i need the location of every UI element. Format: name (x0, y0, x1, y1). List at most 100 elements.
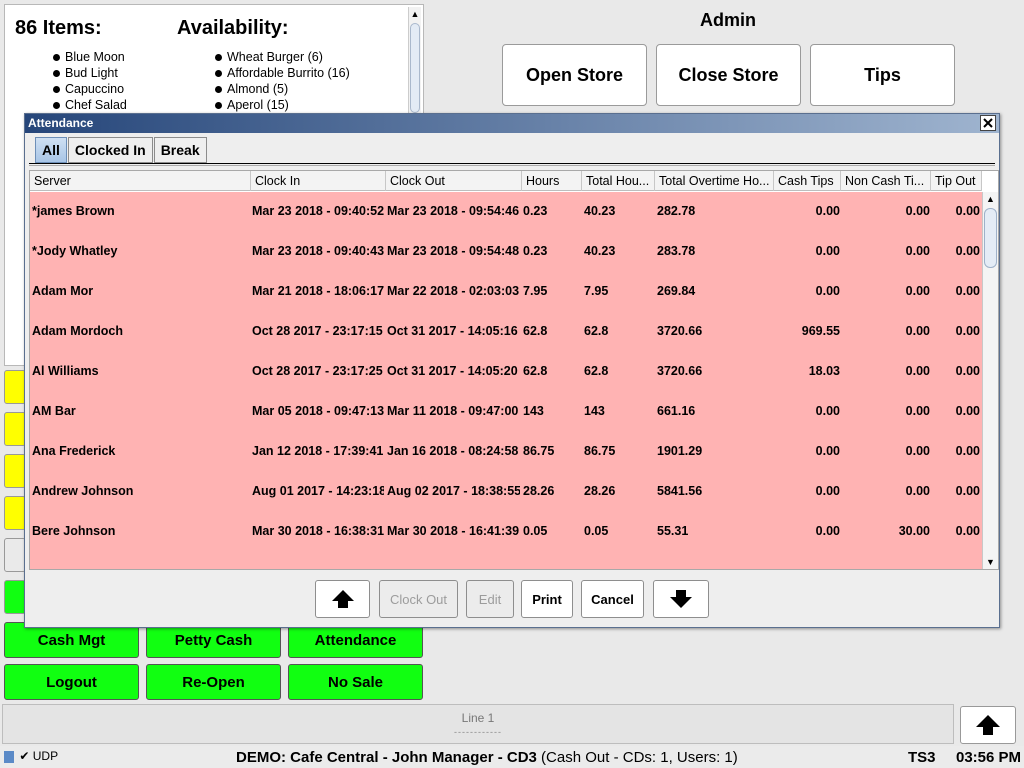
cell-total-hours: 40.23 (584, 204, 616, 218)
col-total-overtime[interactable]: Total Overtime Ho... (655, 171, 774, 191)
table-row[interactable]: Adam Mordoch Oct 28 2017 - 23:17:15 Oct 31… (30, 312, 982, 352)
availability-list: Wheat Burger (6) Affordable Burrito (16)… (215, 49, 350, 113)
cell-hours: 0.05 (523, 524, 548, 538)
list-item: Chef Salad (53, 97, 127, 113)
cell-tip-out: 0.00 (955, 204, 980, 218)
grey-button[interactable] (4, 538, 26, 572)
admin-title: Admin (700, 10, 756, 30)
cell-non-cash-tips: 0.00 (905, 204, 930, 218)
col-cash-tips[interactable]: Cash Tips (774, 171, 841, 191)
col-non-cash-tips[interactable]: Non Cash Ti... (841, 171, 931, 191)
cell-clock-out: Mar 22 2018 - 02:03:03 (387, 284, 520, 298)
session-label: DEMO: Cafe Central - John Manager - CD3 (236, 749, 537, 766)
yellow-button[interactable] (4, 412, 26, 446)
tab-clocked-in[interactable]: Clocked In (67, 137, 153, 163)
table-row[interactable]: Ana Frederick Jan 12 2018 - 17:39:41 Jan 1… (30, 432, 982, 472)
scroll-up-icon[interactable]: ▲ (983, 192, 998, 206)
cell-tip-out: 0.00 (955, 484, 980, 498)
table-header: Server Clock In Clock Out Hours Total Ho… (30, 171, 982, 191)
cell-cash-tips: 0.00 (815, 404, 840, 418)
arrow-up-icon (976, 715, 1000, 735)
table-row[interactable]: Al Williams Oct 28 2017 - 23:17:25 Oct 31 … (30, 352, 982, 392)
yellow-button[interactable] (4, 496, 26, 530)
logout-button[interactable]: Logout (4, 664, 139, 700)
table-row[interactable]: *james Brown Mar 23 2018 - 09:40:52 Mar 23… (30, 192, 982, 232)
page-up-button[interactable] (315, 580, 370, 618)
table-row[interactable]: Bere Johnson Mar 30 2018 - 16:38:31 Mar 30… (30, 512, 982, 552)
table-row[interactable]: Adam Mor Mar 21 2018 - 18:06:17 Mar 22 201… (30, 272, 982, 312)
scroll-down-icon[interactable]: ▼ (983, 555, 998, 569)
table-scrollbar[interactable]: ▲ ▼ (982, 192, 998, 569)
order-line-area[interactable]: Line 1 ------------ (2, 704, 954, 744)
dialog-titlebar[interactable]: Attendance (25, 114, 999, 133)
items-86-heading: 86 Items: (15, 17, 102, 39)
col-server[interactable]: Server (30, 171, 251, 191)
cell-server: Adam Mor (32, 284, 94, 298)
cell-tip-out: 0.00 (955, 324, 980, 338)
cell-cash-tips: 0.00 (815, 284, 840, 298)
cell-server: Ana Frederick (32, 444, 116, 458)
table-row-partial (30, 562, 982, 569)
cancel-button[interactable]: Cancel (581, 580, 644, 618)
scroll-up-icon[interactable]: ▲ (409, 7, 421, 21)
tab-break[interactable]: Break (153, 137, 207, 163)
yellow-button[interactable] (4, 454, 26, 488)
cell-total-hours: 28.26 (584, 484, 616, 498)
cell-non-cash-tips: 0.00 (905, 284, 930, 298)
list-item: Capuccino (53, 81, 127, 97)
cell-total-overtime: 282.78 (657, 204, 696, 218)
edit-button[interactable]: Edit (466, 580, 514, 618)
table-row[interactable]: Andrew Johnson Aug 01 2017 - 14:23:18 Aug … (30, 472, 982, 512)
cell-hours: 7.95 (523, 284, 548, 298)
scroll-thumb[interactable] (410, 23, 420, 113)
clock-out-button[interactable]: Clock Out (379, 580, 458, 618)
green-button[interactable] (4, 580, 26, 614)
line-label: Line 1 (461, 711, 495, 725)
cell-total-hours: 7.95 (584, 284, 609, 298)
yellow-button[interactable] (4, 370, 26, 404)
open-store-button[interactable]: Open Store (502, 44, 647, 106)
col-clock-in[interactable]: Clock In (251, 171, 386, 191)
status-bar: ✔ UDP DEMO: Cafe Central - John Manager … (0, 746, 1024, 768)
cell-clock-out: Oct 31 2017 - 14:05:20 (387, 364, 518, 378)
cell-non-cash-tips: 0.00 (905, 484, 930, 498)
terminal-id: TS3 (908, 749, 936, 766)
tips-button[interactable]: Tips (810, 44, 955, 106)
list-item: Wheat Burger (6) (215, 49, 350, 65)
scroll-thumb[interactable] (984, 208, 997, 268)
page-down-button[interactable] (653, 580, 709, 618)
cell-total-hours: 40.23 (584, 244, 616, 258)
status-session-info: DEMO: Cafe Central - John Manager - CD3 … (236, 749, 738, 766)
col-total-hours[interactable]: Total Hou... (582, 171, 655, 191)
table-row[interactable]: *Jody Whatley Mar 23 2018 - 09:40:43 Mar 2… (30, 232, 982, 272)
items-86-list: Blue Moon Bud Light Capuccino Chef Salad (53, 49, 127, 113)
line-divider: ------------ (454, 727, 502, 737)
re-open-button[interactable]: Re-Open (146, 664, 281, 700)
attendance-dialog: Attendance All Clocked In Break Server C… (24, 113, 1000, 628)
attendance-tabs: All Clocked In Break (35, 137, 208, 163)
table-row[interactable]: AM Bar Mar 05 2018 - 09:47:13 Mar 11 2018 … (30, 392, 982, 432)
col-clock-out[interactable]: Clock Out (386, 171, 522, 191)
cell-hours: 28.26 (523, 484, 555, 498)
print-button[interactable]: Print (521, 580, 573, 618)
cell-clock-in: Mar 21 2018 - 18:06:17 (252, 284, 384, 298)
cell-non-cash-tips: 0.00 (905, 364, 930, 378)
cell-cash-tips: 0.00 (815, 524, 840, 538)
cell-hours: 143 (523, 404, 544, 418)
scroll-up-button[interactable] (960, 706, 1016, 744)
cell-cash-tips: 0.00 (815, 484, 840, 498)
cell-clock-out: Mar 23 2018 - 09:54:48 (387, 244, 520, 258)
cell-total-overtime: 55.31 (657, 524, 689, 538)
close-store-button[interactable]: Close Store (656, 44, 801, 106)
arrow-up-icon (331, 590, 354, 608)
clock-time: 03:56 PM (956, 749, 1022, 766)
tab-all[interactable]: All (35, 137, 67, 163)
close-button[interactable] (980, 115, 996, 131)
cell-clock-out: Aug 02 2017 - 18:38:55 (387, 484, 520, 498)
cell-clock-in: Oct 28 2017 - 23:17:15 (252, 324, 383, 338)
cell-total-hours: 0.05 (584, 524, 609, 538)
close-icon (983, 118, 993, 128)
col-hours[interactable]: Hours (522, 171, 582, 191)
no-sale-button[interactable]: No Sale (288, 664, 423, 700)
col-tip-out[interactable]: Tip Out (931, 171, 982, 191)
